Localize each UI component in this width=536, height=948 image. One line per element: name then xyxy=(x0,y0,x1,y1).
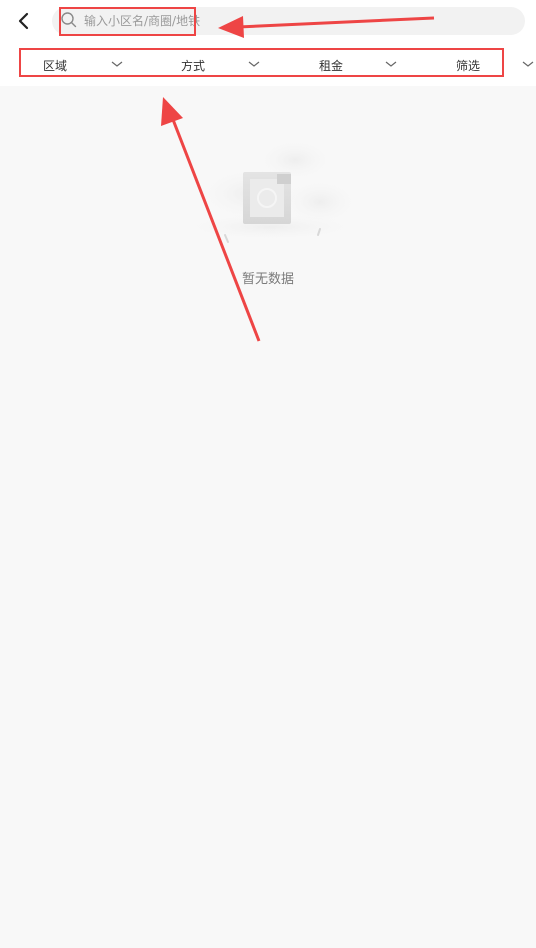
filter-region[interactable]: 区域 xyxy=(43,50,128,80)
top-header: 区域 方式 租金 筛选 xyxy=(0,0,536,86)
empty-state-text: 暂无数据 xyxy=(241,272,294,287)
filter-bar: 区域 方式 租金 筛选 xyxy=(0,50,536,80)
filter-label: 区域 xyxy=(43,58,68,73)
filter-rent[interactable]: 租金 xyxy=(319,50,404,80)
chevron-down-icon xyxy=(248,61,260,67)
search-icon xyxy=(61,12,77,28)
filter-label: 筛选 xyxy=(456,58,481,73)
chevron-down-icon xyxy=(111,61,123,67)
empty-state-illustration xyxy=(175,138,365,243)
filter-label: 方式 xyxy=(181,58,206,73)
search-input[interactable] xyxy=(84,11,514,31)
filter-label: 租金 xyxy=(319,58,344,73)
chevron-down-icon xyxy=(522,61,534,67)
filter-more[interactable]: 筛选 xyxy=(456,50,536,80)
filter-method[interactable]: 方式 xyxy=(181,50,266,80)
back-arrow-icon xyxy=(18,12,29,30)
search-bar[interactable] xyxy=(52,7,525,35)
back-button[interactable] xyxy=(12,8,36,34)
chevron-down-icon xyxy=(385,61,397,67)
